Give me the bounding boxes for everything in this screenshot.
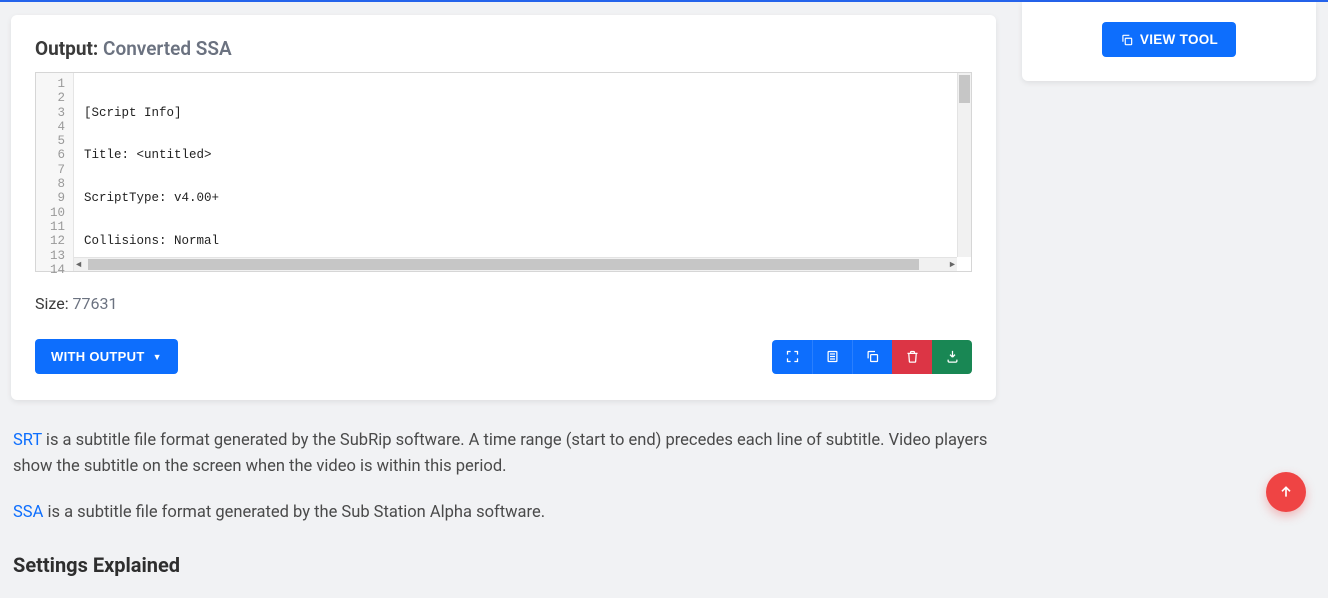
fullscreen-button[interactable] (772, 340, 812, 374)
line-number: 4 (42, 120, 65, 134)
srt-paragraph: SRT is a subtitle file format generated … (13, 428, 994, 480)
srt-text: is a subtitle file format generated by t… (13, 431, 987, 476)
settings-heading: Settings Explained (13, 550, 994, 582)
output-card: Output: Converted SSA 1 2 3 4 5 6 7 8 9 … (11, 15, 996, 400)
code-line: Title: <untitled> (84, 148, 965, 162)
download-icon (945, 349, 960, 364)
scroll-right-icon[interactable]: ► (950, 259, 955, 271)
output-action-group (772, 340, 972, 374)
trash-icon (905, 349, 920, 364)
line-number: 10 (42, 206, 65, 220)
view-tool-label: VIEW TOOL (1140, 32, 1218, 47)
list-icon (825, 349, 840, 364)
arrow-up-icon (1278, 484, 1294, 500)
line-number: 13 (42, 249, 65, 263)
line-number: 12 (42, 234, 65, 248)
ssa-link[interactable]: SSA (13, 503, 43, 522)
editor-content[interactable]: [Script Info] Title: <untitled> ScriptTy… (74, 73, 971, 271)
size-value: 77631 (73, 294, 118, 313)
scrollbar-thumb[interactable] (88, 259, 919, 270)
output-title: Output: Converted SSA (35, 37, 972, 60)
line-number: 1 (42, 77, 65, 91)
code-line: [Script Info] (84, 106, 965, 120)
output-title-prefix: Output: (35, 37, 98, 60)
srt-link[interactable]: SRT (13, 431, 42, 450)
line-number: 6 (42, 148, 65, 162)
description-block: SRT is a subtitle file format generated … (11, 428, 996, 582)
scroll-top-button[interactable] (1266, 472, 1306, 512)
scrollbar-thumb[interactable] (959, 75, 970, 103)
fullscreen-icon (785, 349, 800, 364)
line-number: 9 (42, 191, 65, 205)
download-button[interactable] (932, 340, 972, 374)
list-view-button[interactable] (812, 340, 852, 374)
copy-button[interactable] (852, 340, 892, 374)
side-card: VIEW TOOL (1022, 2, 1316, 81)
code-line: ScriptType: v4.00+ (84, 191, 965, 205)
ssa-paragraph: SSA is a subtitle file format generated … (13, 500, 994, 526)
line-number: 8 (42, 177, 65, 191)
with-output-dropdown[interactable]: WITH OUTPUT ▼ (35, 339, 178, 374)
ssa-text: is a subtitle file format generated by t… (43, 503, 545, 522)
action-row: WITH OUTPUT ▼ (35, 339, 972, 374)
output-editor[interactable]: 1 2 3 4 5 6 7 8 9 10 11 12 13 14 [Script… (35, 72, 972, 272)
copy-icon (1120, 33, 1134, 47)
line-number: 3 (42, 106, 65, 120)
copy-icon (865, 349, 880, 364)
output-title-suffix: Converted SSA (103, 37, 232, 60)
view-tool-button[interactable]: VIEW TOOL (1102, 22, 1236, 57)
horizontal-scrollbar[interactable]: ◄ ► (74, 257, 957, 271)
size-label: Size: (35, 294, 69, 313)
line-number: 11 (42, 220, 65, 234)
scroll-left-icon[interactable]: ◄ (76, 259, 81, 271)
line-number: 7 (42, 163, 65, 177)
size-row: Size: 77631 (35, 294, 972, 313)
caret-down-icon: ▼ (153, 352, 162, 362)
line-number: 2 (42, 91, 65, 105)
code-line: Collisions: Normal (84, 234, 965, 248)
line-number: 5 (42, 134, 65, 148)
line-number: 14 (42, 263, 65, 277)
editor-gutter: 1 2 3 4 5 6 7 8 9 10 11 12 13 14 (36, 73, 74, 271)
delete-button[interactable] (892, 340, 932, 374)
vertical-scrollbar[interactable] (957, 73, 971, 257)
with-output-label: WITH OUTPUT (51, 349, 145, 364)
